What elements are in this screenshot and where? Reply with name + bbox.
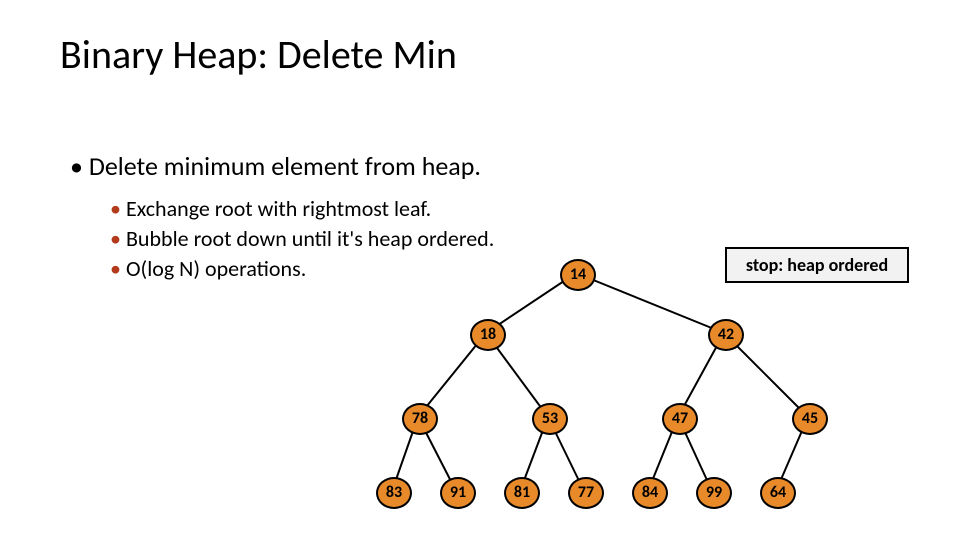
heap-node: 81 (504, 477, 540, 509)
heap-node: 18 (470, 319, 506, 351)
heap-node: 64 (760, 477, 796, 509)
slide-title: Binary Heap: Delete Min (60, 30, 457, 79)
sub-bullet-1: • Exchange root with rightmost leaf. (110, 195, 431, 222)
heap-tree-diagram: 14 18 42 78 53 47 45 83 91 81 77 84 99 64 (360, 245, 920, 525)
heap-node: 84 (632, 477, 668, 509)
heap-node: 99 (696, 477, 732, 509)
bullet-main-text: Delete minimum element from heap. (89, 150, 481, 182)
heap-node: 45 (792, 403, 828, 435)
bullet-main: • Delete minimum element from heap. (70, 150, 481, 182)
heap-node: 47 (662, 403, 698, 435)
heap-node: 42 (708, 319, 744, 351)
heap-node: 83 (376, 477, 412, 509)
heap-node: 53 (532, 403, 568, 435)
heap-node: 14 (560, 259, 596, 291)
bullet-dot-icon: • (110, 195, 121, 222)
slide: Binary Heap: Delete Min • Delete minimum… (0, 0, 960, 540)
bullet-dot-icon: • (110, 255, 121, 282)
sub-bullet-1-text: Exchange root with rightmost leaf. (126, 195, 431, 222)
sub-bullet-3: • O(log N) operations. (110, 255, 306, 282)
heap-node: 77 (568, 477, 604, 509)
bullet-dot-icon: • (110, 225, 121, 252)
sub-bullet-3-text: O(log N) operations. (126, 255, 306, 282)
heap-node: 91 (440, 477, 476, 509)
heap-node: 78 (402, 403, 438, 435)
